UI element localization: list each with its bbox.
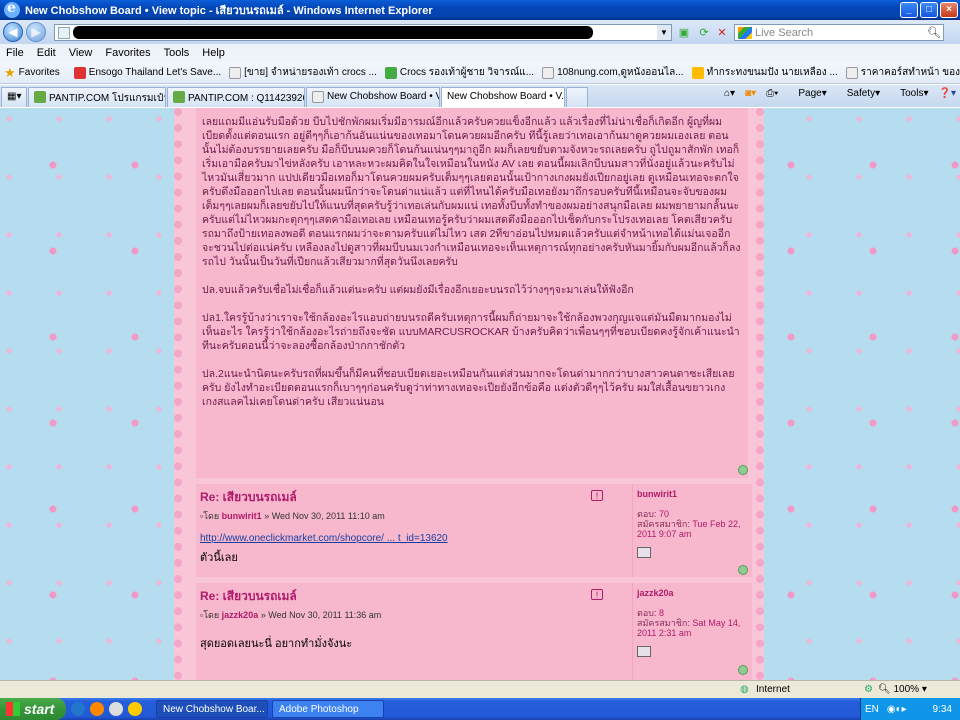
start-button[interactable]: start [0,698,66,720]
reply-meta: ▫โดย jazzk20a » Wed Nov 30, 2011 11:36 a… [200,610,382,620]
favorite-link[interactable]: [ขาย] จำหน่ายรองเท้า crocs ... [229,65,377,80]
status-bar: ◍ Internet ⚙ 🔍︎ 100% ▾ [0,680,960,698]
clock: 9:34 [932,703,952,715]
menu-file[interactable]: File [6,47,24,59]
tools-menu[interactable]: Tools▾ [890,88,928,99]
refresh-icon[interactable]: ⟳ [696,25,712,41]
back-to-top-icon[interactable] [738,465,748,475]
reply-author[interactable]: jazzk20a [222,610,259,620]
minimize-button[interactable]: _ [900,2,918,18]
task-photoshop[interactable]: Adobe Photoshop [272,700,384,718]
address-bar: ◀ ▶ ▼ ▣ ⟳ ✕ Live Search 🔍︎ [0,20,960,44]
back-button[interactable]: ◀ [3,22,23,42]
back-to-top-icon[interactable] [738,665,748,675]
user-profile: jazzk20a ตอบ: 8 สมัครสมาชิก: Sat May 14,… [632,583,750,680]
stop-icon[interactable]: ✕ [714,25,730,41]
profile-username[interactable]: bunwirit1 [637,489,746,499]
reply-title[interactable]: Re: เสียวบนรถเมล์ [200,587,622,606]
feeds-icon[interactable]: ◙▾ [745,88,756,99]
menu-tools[interactable]: Tools [164,47,190,59]
report-icon[interactable]: ! [591,490,603,501]
close-button[interactable]: × [940,2,958,18]
menu-bar: File Edit View Favorites Tools Help [0,44,960,62]
maximize-button[interactable]: □ [920,2,938,18]
tray-icons[interactable]: ◉◐▸ [887,704,907,715]
favorites-button[interactable]: Favorites [19,67,60,78]
tab-chobshow-1[interactable]: New Chobshow Board • View... [306,87,440,107]
page-menu[interactable]: Page▾ [788,88,826,99]
help-icon[interactable]: ❓▾ [939,88,956,99]
zoom-control[interactable]: 🔍︎ 100% ▾ [878,684,927,695]
pm-icon[interactable] [637,646,651,657]
app-quicklaunch-icon[interactable] [128,702,142,716]
protected-mode-icon: ⚙ [864,684,873,695]
post-paragraph: ปล.2แนะนำนิดนะครับรถที่ผมขึ้นก็มีคนที่ชอ… [202,368,735,408]
post-paragraph: ปล.จบแล้วครับเชื่อไม่เชื่อก็แล้วแต่นะครั… [202,284,634,296]
print-icon[interactable]: ⎙▾ [766,88,778,99]
reply-title[interactable]: Re: เสียวบนรถเมล์ [200,488,622,507]
reply-link[interactable]: http://www.oneclickmarket.com/shopcore/ … [200,533,622,544]
url-field[interactable]: ▼ [54,24,672,41]
safety-menu[interactable]: Safety▾ [837,88,880,99]
home-icon[interactable]: ⌂▾ [724,88,735,99]
firefox-quicklaunch-icon[interactable] [90,702,104,716]
live-search-icon [738,26,752,39]
system-tray: EN ◉◐▸ 9:34 [860,698,960,720]
menu-help[interactable]: Help [202,47,225,59]
report-icon[interactable]: ! [591,589,603,600]
tab-pantip-2[interactable]: PANTIP.COM : Q11423926 ส... [167,87,305,107]
page-icon [58,26,70,39]
user-profile: bunwirit1 ตอบ: 70 สมัครสมาชิก: Tue Feb 2… [632,484,750,577]
command-bar: ⌂▾ ◙▾ ⎙▾ Page▾ Safety▾ Tools▾ ❓▾ [714,88,956,99]
compatibility-icon[interactable]: ▣ [676,25,692,41]
favorites-bar: ★ Favorites Ensogo Thailand Let's Save..… [0,62,960,84]
windows-flag-icon [6,702,20,716]
search-placeholder: Live Search [755,26,814,39]
back-to-top-icon[interactable] [738,565,748,575]
reply-post: Re: เสียวบนรถเมล์ ▫โดย bunwirit1 » Wed N… [196,484,752,577]
reply-author[interactable]: bunwirit1 [222,511,262,521]
zone-label: Internet [756,684,790,695]
ie-logo-icon [4,0,20,18]
ie-quicklaunch-icon[interactable] [71,702,85,716]
pm-icon[interactable] [637,547,651,558]
post-body: เลยแถมมีแอ่นรับมือด้วย บีบไปชักพักผมเริ่… [196,108,748,478]
window-titlebar: New Chobshow Board • View topic - เสียวบ… [0,0,960,20]
profile-posts: 70 [658,509,669,519]
chrome-quicklaunch-icon[interactable] [109,702,123,716]
task-ie[interactable]: New Chobshow Boar... [156,700,268,718]
profile-username[interactable]: jazzk20a [637,588,746,598]
search-field[interactable]: Live Search 🔍︎ [734,24,944,41]
menu-edit[interactable]: Edit [37,47,56,59]
favorite-link[interactable]: Ensogo Thailand Let's Save... [73,66,221,79]
window-title: New Chobshow Board • View topic - เสียวบ… [25,5,433,17]
redacted-url [73,26,593,39]
new-tab-button[interactable] [566,87,588,107]
url-dropdown-icon[interactable]: ▼ [657,25,671,40]
post-paragraph: เลยแถมมีแอ่นรับมือด้วย บีบไปชักพักผมเริ่… [202,116,741,268]
reply-meta: ▫โดย bunwirit1 » Wed Nov 30, 2011 11:10 … [200,511,385,521]
search-go-icon[interactable]: 🔍︎ [925,26,943,39]
favorites-star-icon: ★ [4,64,16,80]
favorite-link[interactable]: Crocs รองเท้าผู้ชาย วิจารณ์แ... [384,65,534,80]
reply-text: ตัวนี้เลย [200,552,238,564]
profile-posts: 8 [658,608,664,618]
language-indicator[interactable]: EN [865,704,879,715]
internet-zone-icon: ◍ [740,684,749,695]
post-paragraph: ปล1.ใครรู้บ้างว่าเราจะใช้กล้องอะไรแอบถ่า… [202,312,740,352]
favorite-link[interactable]: ราคาคอร์สทำหน้า ของคลินิค... [845,65,960,80]
tab-chobshow-active[interactable]: New Chobshow Board • V...× [441,87,565,107]
forward-button[interactable]: ▶ [26,22,46,42]
favorite-link[interactable]: 108nung.com,ดูหนังออนไล... [542,65,684,80]
reply-text: สุดยอดเลยนะนี่ อยากทำมั่งจังนะ [200,638,353,650]
menu-favorites[interactable]: Favorites [105,47,150,59]
quick-tabs-button[interactable]: ▦▾ [1,87,27,107]
tab-pantip-1[interactable]: PANTIP.COM โปรแกรมเป๋า : ... [28,87,166,107]
taskbar: start New Chobshow Boar... Adobe Photosh… [0,698,960,720]
favorite-link[interactable]: ทำกระทงขนมปัง นายเหลือง ... [691,65,838,80]
menu-view[interactable]: View [69,47,93,59]
reply-post: Re: เสียวบนรถเมล์ ▫โดย jazzk20a » Wed No… [196,583,752,680]
page-content: เลยแถมมีแอ่นรับมือด้วย บีบไปชักพักผมเริ่… [0,108,960,680]
